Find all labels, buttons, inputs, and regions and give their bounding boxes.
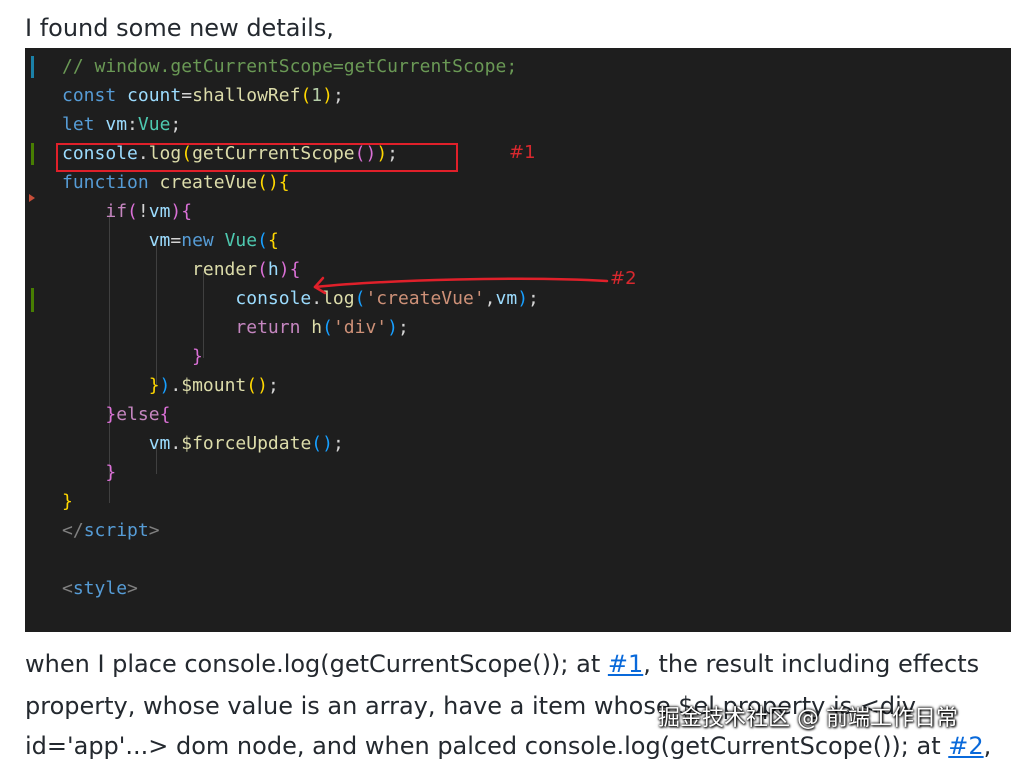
code-screenshot: // window.getCurrentScope=getCurrentScop… (25, 48, 1011, 632)
issue-link-1[interactable]: #1 (608, 650, 643, 678)
intro-text: I found some new details, (25, 14, 334, 42)
paragraph-text: when I place console.log(getCurrentScope… (25, 650, 608, 678)
paragraph-text: , the result including effects (643, 650, 980, 678)
site-watermark: 掘金技术社区 @ 前端工作日常 (658, 706, 958, 731)
annotation-label-2: #2 (610, 268, 637, 289)
annotation-arrow-2 (313, 276, 609, 295)
body-paragraph-line-1: when I place console.log(getCurrentScope… (25, 644, 1005, 684)
